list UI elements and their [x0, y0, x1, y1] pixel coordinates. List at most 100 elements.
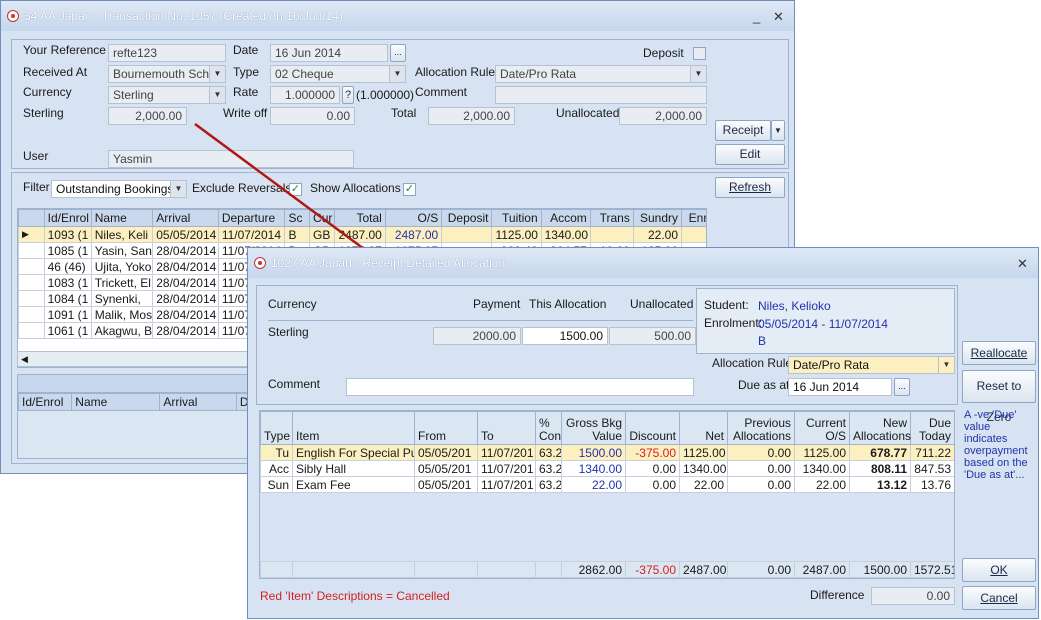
dlg-allocation-rule-value: Date/Pro Rata: [793, 358, 870, 372]
column-header[interactable]: Deposit: [441, 209, 493, 227]
type-select[interactable]: 02 Cheque ▼: [270, 65, 406, 83]
table-cell: 0.00: [625, 460, 680, 477]
allocation-row[interactable]: Acc Sibly Hall 05/05/201 11/07/201 63.2 1340.…: [260, 460, 954, 477]
chevron-down-icon[interactable]: ▼: [209, 66, 225, 82]
table-cell: Sibly Hall: [292, 460, 415, 477]
dlg-this-allocation-field[interactable]: 1500.00: [522, 327, 608, 345]
column-header[interactable]: Id/Enrol: [17, 393, 73, 411]
deposit-checkbox[interactable]: [693, 47, 706, 60]
column-header[interactable]: % Con: [535, 411, 562, 445]
comment-field[interactable]: [495, 86, 707, 104]
dlg-currency-label: Currency: [268, 297, 317, 311]
allocations-grid: Id/EnrolNameArrivalDeparture: [17, 374, 319, 459]
column-header[interactable]: Current O/S: [794, 411, 850, 445]
table-cell: 1340.00: [540, 226, 591, 243]
column-header[interactable]: Discount: [625, 411, 680, 445]
total-cell: 2487.00: [679, 561, 728, 578]
column-header[interactable]: Sc: [284, 209, 311, 227]
column-header[interactable]: From: [414, 411, 478, 445]
deposit-label: Deposit: [643, 46, 684, 60]
table-cell: 11/07/201: [477, 476, 536, 493]
column-header[interactable]: Total: [333, 209, 386, 227]
rate-field[interactable]: 1.000000: [270, 86, 340, 104]
column-header[interactable]: Name: [90, 209, 154, 227]
column-header[interactable]: Name: [71, 393, 161, 411]
column-header[interactable]: Type: [260, 411, 293, 445]
column-header[interactable]: New Allocations: [849, 411, 911, 445]
chevron-down-icon[interactable]: ▼: [938, 357, 954, 373]
due-as-at-field[interactable]: 16 Jun 2014: [788, 378, 892, 396]
column-header[interactable]: Due Today: [910, 411, 954, 445]
table-cell: 22.00: [561, 476, 626, 493]
table-cell: Niles, Keli: [90, 226, 154, 243]
show-allocations-checkbox[interactable]: ✓: [403, 183, 416, 196]
total-cell: [535, 561, 562, 578]
allocation-table: Type Item From To% Con Gross Bkg Value Discou…: [260, 411, 954, 493]
filter-select[interactable]: Outstanding Bookings ▼: [51, 180, 187, 198]
row-indicator: [18, 306, 45, 323]
receipt-button[interactable]: Receipt: [715, 120, 771, 141]
column-header[interactable]: Trans: [589, 209, 634, 227]
chevron-down-icon[interactable]: ▼: [690, 66, 706, 82]
dlg-sterling-label: Sterling: [268, 325, 309, 339]
column-header[interactable]: Arrival: [152, 209, 219, 227]
column-header[interactable]: Departure: [217, 209, 286, 227]
column-header[interactable]: Sundry: [632, 209, 683, 227]
refresh-button[interactable]: Refresh: [715, 177, 785, 198]
table-cell: B: [284, 226, 311, 243]
column-header[interactable]: Gross Bkg Value: [561, 411, 626, 445]
table-cell: Acc: [260, 460, 293, 477]
chevron-down-icon[interactable]: ▼: [170, 181, 186, 197]
filter-value: Outstanding Bookings: [56, 182, 174, 196]
column-header[interactable]: Enro: [681, 209, 706, 227]
chevron-down-icon[interactable]: ▼: [389, 66, 405, 82]
column-header[interactable]: To: [477, 411, 536, 445]
window-title: 34 AA Japan - Transaction No. 1057 (Crea…: [24, 9, 343, 23]
column-header[interactable]: Id/Enrol: [43, 209, 92, 227]
table-cell: 1091 (1: [43, 306, 92, 323]
column-header[interactable]: Accom: [540, 209, 591, 227]
horizontal-scrollbar[interactable]: ◀: [17, 351, 277, 367]
column-header[interactable]: Item: [292, 411, 415, 445]
sterling-field[interactable]: 2,000.00: [108, 107, 187, 125]
allocation-row[interactable]: Tu English For Special Pur 05/05/201 11/07/…: [260, 444, 954, 461]
received-at-select[interactable]: Bournemouth School ▼: [108, 65, 226, 83]
table-cell: Sun: [260, 476, 293, 493]
due-date-picker-button[interactable]: ...: [894, 378, 910, 396]
edit-button[interactable]: Edit: [715, 144, 785, 165]
your-reference-field[interactable]: refte123: [108, 44, 226, 62]
column-header[interactable]: Tuition: [491, 209, 542, 227]
dlg-comment-label: Comment: [268, 377, 321, 391]
minimize-icon[interactable]: _: [753, 9, 760, 24]
write-off-field[interactable]: 0.00: [270, 107, 355, 125]
table-cell: Synenki,: [90, 290, 154, 307]
allocation-row[interactable]: Sun Exam Fee 05/05/201 11/07/201 63.2 22.00 0.…: [260, 476, 954, 493]
total-cell: [414, 561, 478, 578]
column-header[interactable]: Previous Allocations: [727, 411, 795, 445]
cancel-button[interactable]: Cancel: [962, 586, 1036, 610]
column-header[interactable]: O/S: [384, 209, 443, 227]
date-picker-button[interactable]: ...: [390, 44, 406, 62]
exclude-reversals-checkbox[interactable]: ✓: [289, 183, 302, 196]
receipt-menu-button[interactable]: ▼: [771, 120, 785, 141]
column-header[interactable]: Cur: [309, 209, 335, 227]
ok-button[interactable]: OK: [962, 558, 1036, 582]
close-icon[interactable]: ✕: [773, 9, 784, 25]
allocation-rule-select[interactable]: Date/Pro Rata ▼: [495, 65, 707, 83]
date-field[interactable]: 16 Jun 2014: [270, 44, 388, 62]
table-row[interactable]: ▶ 1093 (1 Niles, Keli 05/05/2014 11/07/2014 B…: [18, 226, 706, 243]
close-icon[interactable]: ✕: [1017, 256, 1028, 272]
currency-select[interactable]: Sterling ▼: [108, 86, 226, 104]
column-header[interactable]: Arrival: [159, 393, 237, 411]
reallocate-button[interactable]: Reallocate: [962, 341, 1036, 365]
rate-help-button[interactable]: ?: [342, 86, 354, 104]
row-indicator: [18, 290, 45, 307]
reset-to-zero-button[interactable]: Reset to Zero: [962, 370, 1036, 424]
dlg-allocation-rule-select[interactable]: Date/Pro Rata ▼: [788, 356, 955, 374]
chevron-down-icon[interactable]: ▼: [209, 87, 225, 103]
show-allocations-label: Show Allocations: [310, 181, 401, 195]
dlg-comment-field[interactable]: [346, 378, 694, 396]
total-cell: 2487.00: [794, 561, 850, 578]
column-header[interactable]: Net: [679, 411, 728, 445]
table-cell: 28/04/2014: [152, 258, 219, 275]
